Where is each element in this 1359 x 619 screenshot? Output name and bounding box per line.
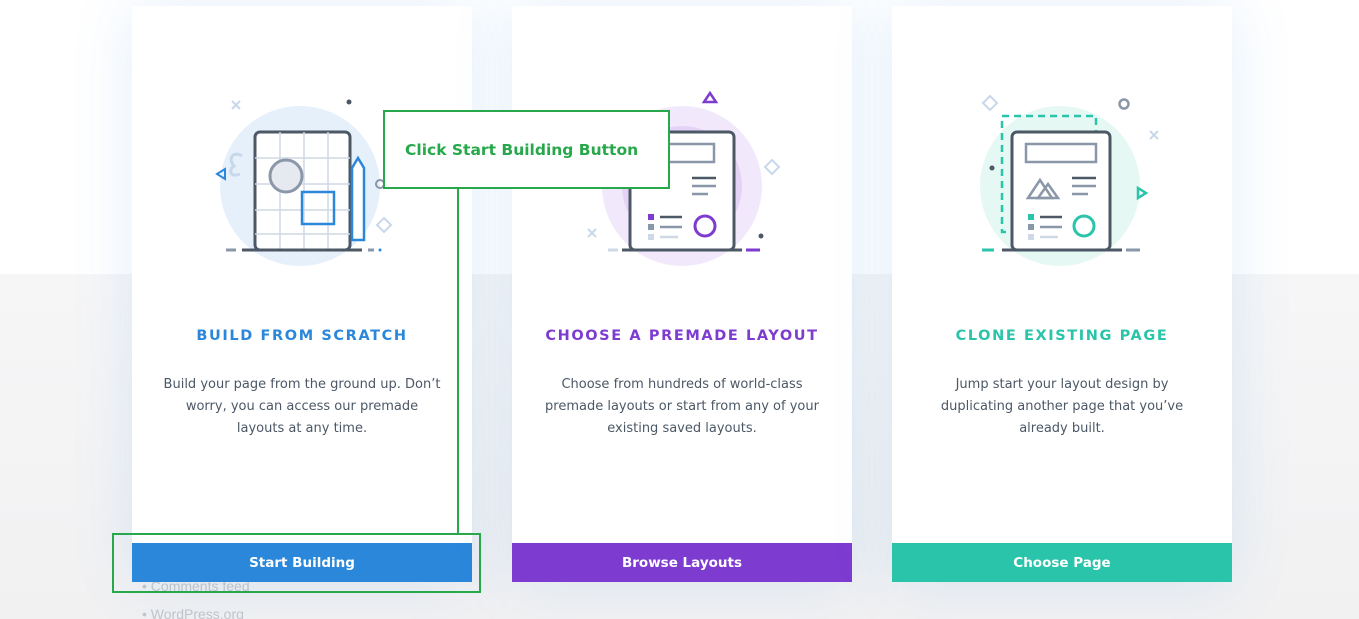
card-title: CHOOSE A PREMADE LAYOUT <box>545 328 819 344</box>
footer-link-label: WordPress.org <box>150 606 244 619</box>
browse-layouts-button[interactable]: Browse Layouts <box>512 543 852 582</box>
card-description: Jump start your layout design by duplica… <box>940 377 1184 436</box>
card-build-from-scratch: BUILD FROM SCRATCH Build your page from … <box>132 6 472 582</box>
clone-page-illustration-icon <box>980 94 1159 266</box>
card-description: Build your page from the ground up. Don’… <box>163 377 441 436</box>
card-title: CLONE EXISTING PAGE <box>955 328 1169 344</box>
callout-connector-line <box>457 189 459 534</box>
card-choose-premade-layout: CHOOSE A PREMADE LAYOUT Choose from hund… <box>512 6 852 582</box>
card-description: Choose from hundreds of world-class prem… <box>545 377 819 436</box>
card-title: BUILD FROM SCRATCH <box>196 328 408 344</box>
start-building-highlight-box <box>112 533 481 593</box>
choose-page-button[interactable]: Choose Page <box>892 543 1232 582</box>
callout-text: Click Start Building Button <box>405 140 639 159</box>
blueprint-illustration-icon <box>215 99 393 266</box>
tutorial-callout: Click Start Building Button <box>383 110 670 189</box>
footer-link-wordpress[interactable]: • WordPress.org <box>142 606 244 619</box>
card-clone-existing-page: CLONE EXISTING PAGE Jump start your layo… <box>892 6 1232 582</box>
